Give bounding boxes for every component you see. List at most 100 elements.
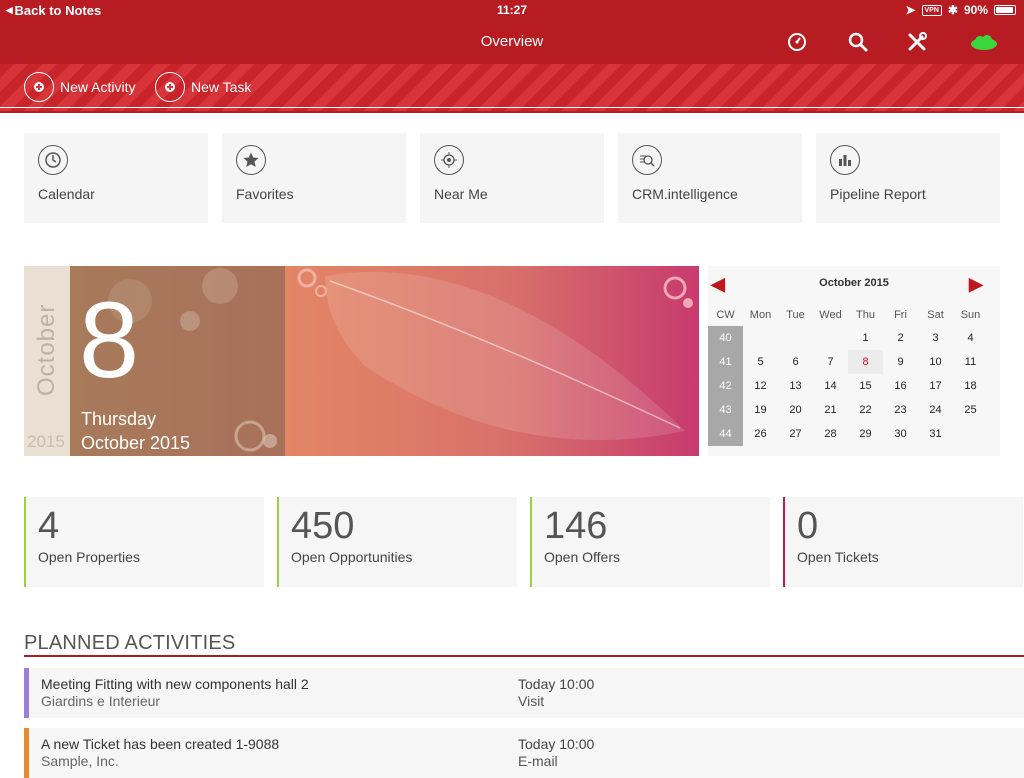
calendar-day[interactable]: 18 — [953, 374, 988, 398]
calendar-day[interactable]: 26 — [743, 422, 778, 446]
banner-month-year: October 2015 — [81, 433, 191, 453]
calendar-day[interactable]: 28 — [813, 422, 848, 446]
location-arrow-icon: ➤ — [905, 3, 916, 17]
tools-icon[interactable] — [905, 30, 929, 54]
calendar-day[interactable]: 16 — [883, 374, 918, 398]
calendar-day[interactable]: 25 — [953, 398, 988, 422]
calendar-week-number: 43 — [708, 398, 743, 422]
calendar-day[interactable]: 21 — [813, 398, 848, 422]
calendar-day[interactable]: 14 — [813, 374, 848, 398]
calendar-day[interactable]: 4 — [953, 326, 988, 350]
tile-crm-intelligence[interactable]: CRM.intelligence — [618, 133, 802, 223]
calendar-day[interactable]: 30 — [883, 422, 918, 446]
vpn-badge: VPN — [921, 4, 942, 16]
calendar-week-row: 43 19 20 21 22 23 24 25 — [708, 398, 988, 422]
kpi-open-opportunities[interactable]: 450 Open Opportunities — [277, 497, 517, 587]
tile-pipeline-report[interactable]: Pipeline Report — [816, 133, 1000, 223]
calendar-header-cell: CW — [716, 309, 735, 321]
calendar-header-cell: Mon — [749, 309, 772, 321]
kpi-label: Open Offers — [544, 549, 621, 565]
kpi-value: 4 — [38, 505, 60, 547]
calendar-day[interactable]: 19 — [743, 398, 778, 422]
calendar-week-row: 40 1 2 3 4 — [708, 326, 988, 350]
tile-near-me[interactable]: Near Me — [420, 133, 604, 223]
calendar-week-row: 41 5 6 7 8 9 10 11 — [708, 350, 988, 374]
calendar-week-row: 42 12 13 14 15 16 17 18 — [708, 374, 988, 398]
search-icon[interactable] — [846, 30, 870, 54]
activity-row[interactable]: Meeting Fitting with new components hall… — [24, 668, 1024, 718]
calendar-day[interactable]: 6 — [778, 350, 813, 374]
next-month-arrow-icon[interactable]: ▶ — [969, 274, 983, 295]
calendar-header-cell: Tue — [786, 309, 805, 321]
calendar-week-number: 40 — [708, 326, 743, 350]
activity-company: Sample, Inc. — [41, 753, 119, 769]
planned-activities-heading: PLANNED ACTIVITIES — [24, 632, 236, 654]
tile-favorites[interactable]: Favorites — [222, 133, 406, 223]
banner-year: 2015 — [27, 432, 65, 451]
calendar-day[interactable]: 7 — [813, 350, 848, 374]
calendar-day[interactable]: 20 — [778, 398, 813, 422]
app-header: ◂ Back to Notes 11:27 ➤ VPN ✱ 90% Overvi… — [0, 0, 1024, 64]
kpi-open-tickets[interactable]: 0 Open Tickets — [783, 497, 1023, 587]
new-activity-label: New Activity — [60, 79, 136, 95]
calendar-day[interactable]: 9 — [883, 350, 918, 374]
calendar-day[interactable]: 11 — [953, 350, 988, 374]
calendar-day[interactable]: 8 — [848, 350, 883, 374]
clock-icon — [38, 145, 68, 175]
tile-label: Favorites — [236, 186, 294, 202]
calendar-header-cell: Sat — [927, 309, 944, 321]
calendar-day[interactable]: 1 — [848, 326, 883, 350]
status-time: 11:27 — [496, 3, 528, 17]
tile-label: Near Me — [434, 186, 488, 202]
calendar-day[interactable]: 17 — [918, 374, 953, 398]
calendar-day[interactable]: 22 — [848, 398, 883, 422]
calendar-header-cell: Wed — [819, 309, 842, 321]
banner-weekday: Thursday — [81, 409, 157, 429]
star-icon — [236, 145, 266, 175]
calendar-empty-cell — [743, 326, 778, 350]
date-banner: October 2015 8 Thursday October 2015 — [24, 266, 699, 456]
tile-label: Pipeline Report — [830, 186, 926, 202]
new-task-label: New Task — [191, 79, 252, 95]
activity-type: Visit — [518, 693, 545, 709]
calendar-day[interactable]: 3 — [918, 326, 953, 350]
kpi-open-offers[interactable]: 146 Open Offers — [530, 497, 770, 587]
tile-label: CRM.intelligence — [632, 186, 738, 202]
calendar-month-title: October 2015 — [819, 277, 889, 289]
activity-time: Today 10:00 — [518, 676, 595, 692]
activity-company: Giardins e Interieur — [41, 693, 161, 709]
activity-type-stripe — [24, 668, 29, 718]
calendar-day[interactable]: 5 — [743, 350, 778, 374]
plus-circle-icon — [155, 72, 185, 102]
activity-type: E-mail — [518, 753, 558, 769]
page-title: Overview — [480, 33, 544, 50]
kpi-open-properties[interactable]: 4 Open Properties — [24, 497, 264, 587]
plus-circle-icon — [24, 72, 54, 102]
calendar-day[interactable]: 10 — [918, 350, 953, 374]
calendar-day[interactable]: 12 — [743, 374, 778, 398]
calendar-day[interactable]: 24 — [918, 398, 953, 422]
calendar-week-number: 41 — [708, 350, 743, 374]
dashboard-gauge-icon[interactable] — [785, 30, 809, 54]
kpi-value: 450 — [291, 505, 355, 547]
calendar-empty-cell — [778, 326, 813, 350]
calendar-day[interactable]: 2 — [883, 326, 918, 350]
location-icon — [434, 145, 464, 175]
calendar-day[interactable]: 23 — [883, 398, 918, 422]
activity-title: Meeting Fitting with new components hall… — [41, 676, 309, 692]
kpi-label: Open Properties — [38, 549, 140, 565]
activity-row[interactable]: A new Ticket has been created 1-9088 Sam… — [24, 728, 1024, 778]
sync-cloud-icon[interactable] — [970, 35, 998, 50]
calendar-day[interactable]: 13 — [778, 374, 813, 398]
banner-month-vertical: October — [33, 303, 60, 396]
battery-percent: 90% — [963, 3, 988, 17]
kpi-value: 0 — [797, 505, 819, 547]
calendar-day[interactable]: 31 — [918, 422, 953, 446]
analytics-icon — [632, 145, 662, 175]
tile-calendar[interactable]: Calendar — [24, 133, 208, 223]
calendar-day[interactable]: 27 — [778, 422, 813, 446]
calendar-day[interactable]: 29 — [848, 422, 883, 446]
new-task-button[interactable]: New Task — [155, 72, 251, 102]
calendar-day[interactable]: 15 — [848, 374, 883, 398]
new-activity-button[interactable]: New Activity — [24, 72, 135, 102]
